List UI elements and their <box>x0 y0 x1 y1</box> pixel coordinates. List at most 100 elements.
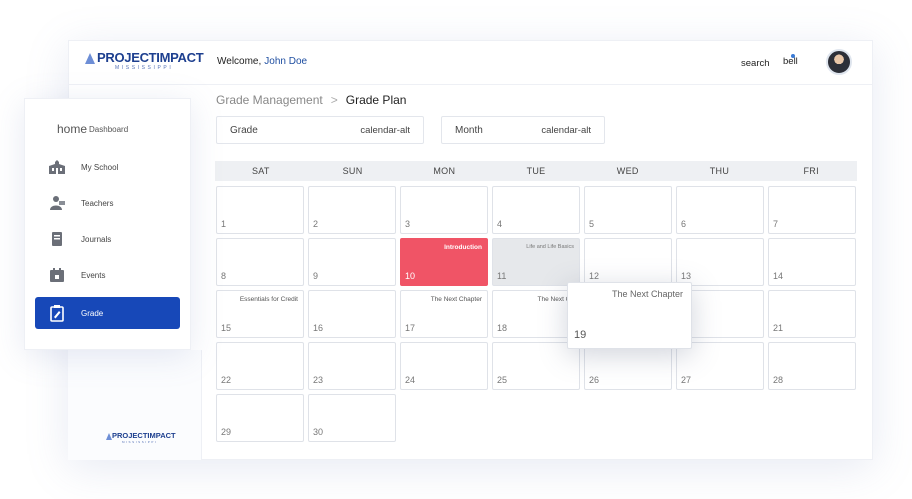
calendar-day-number: 21 <box>773 323 784 333</box>
calendar-day-number: 11 <box>497 271 507 281</box>
calendar-day-number: 7 <box>773 219 779 229</box>
sidebar-item-label: Journals <box>81 234 112 244</box>
bell-label: bell <box>783 56 798 67</box>
grade-select-label: Grade <box>230 124 258 136</box>
calendar-day-cell[interactable]: 1 <box>216 186 304 234</box>
grade-select[interactable]: Grade calendar-alt <box>216 116 424 144</box>
calendar-day-cell[interactable]: 16 <box>308 290 396 338</box>
calendar-day-cell[interactable]: 12 <box>584 238 672 286</box>
popup-day-number: 19 <box>574 329 587 341</box>
calendar-day-cell[interactable]: 30 <box>308 394 396 442</box>
calendar-day-number: 13 <box>681 271 692 281</box>
sidebar-item-label: Dashboard <box>89 124 129 134</box>
welcome-message: Welcome, John Doe <box>217 56 307 67</box>
calendar-day-cell[interactable]: Essentials for Credit 15 <box>216 290 304 338</box>
calendar-day-cell[interactable]: 22 <box>216 342 304 390</box>
month-select[interactable]: Month calendar-alt <box>441 116 605 144</box>
sidebar-item-label: My School <box>81 162 119 172</box>
top-bar: PROJECTIMPACT MISSISSIPPI Welcome, John D… <box>69 41 872 85</box>
footer-logo-subtext: MISSISSIPPI <box>122 440 158 444</box>
breadcrumb-parent[interactable]: Grade Management <box>216 93 323 107</box>
calendar-day-number: 24 <box>405 375 416 385</box>
calendar-alt-icon: calendar-alt <box>541 124 591 136</box>
calendar-day-cell[interactable]: 28 <box>768 342 856 390</box>
user-name[interactable]: John Doe <box>264 56 307 67</box>
calendar-day-cell[interactable]: 21 <box>768 290 856 338</box>
day-header-fri: FRI <box>803 166 819 176</box>
calendar-day-cell[interactable]: 14 <box>768 238 856 286</box>
brand-logo[interactable]: PROJECTIMPACT MISSISSIPPI <box>85 51 204 75</box>
calendar-day-number: 3 <box>405 219 411 229</box>
calendar-day-cell[interactable]: 6 <box>676 186 764 234</box>
calendar-day-cell[interactable]: The Next Chapter 17 <box>400 290 488 338</box>
welcome-label: Welcome, <box>217 56 262 67</box>
calendar-day-number: 15 <box>221 323 232 333</box>
calendar-day-number: 2 <box>313 219 319 229</box>
calendar-day-cell[interactable]: Life and Life Basics 11 <box>492 238 580 286</box>
calendar-day-number: 29 <box>221 427 232 437</box>
teachers-icon <box>45 195 69 211</box>
calendar-day-cell[interactable]: 5 <box>584 186 672 234</box>
breadcrumb-separator: > <box>330 93 338 107</box>
sidebar-item-label: Grade <box>81 308 104 318</box>
day-header-wed: WED <box>616 166 639 176</box>
calendar-day-number: 23 <box>313 375 324 385</box>
calendar-day-number: 18 <box>497 323 508 333</box>
calendar-day-cell[interactable]: 29 <box>216 394 304 442</box>
calendar-day-cell[interactable]: 23 <box>308 342 396 390</box>
calendar-day-cell[interactable]: 25 <box>492 342 580 390</box>
calendar-day-number: 1 <box>221 219 227 229</box>
calendar-day-number: 5 <box>589 219 595 229</box>
calendar-day-cell[interactable]: 24 <box>400 342 488 390</box>
calendar-day-number: 12 <box>589 271 600 281</box>
journal-icon <box>45 231 69 247</box>
day-header-thu: THU <box>709 166 730 176</box>
calendar-event-label[interactable]: The Next Chapter <box>431 296 482 303</box>
calendar-day-number: 17 <box>405 323 416 333</box>
day-header-tue: TUE <box>526 166 546 176</box>
calendar-day-cell[interactable]: 2 <box>308 186 396 234</box>
day-header-sat: SAT <box>251 166 270 176</box>
calendar-day-cell[interactable]: 7 <box>768 186 856 234</box>
calendar-day-cell[interactable]: 4 <box>492 186 580 234</box>
school-icon <box>45 159 69 175</box>
event-popup[interactable]: The Next Chapter 19 <box>567 282 692 349</box>
calendar-event-label[interactable]: Essentials for Credit <box>240 296 298 303</box>
calendar-day-cell[interactable]: 13 <box>676 238 764 286</box>
logo-subtext: MISSISSIPPI <box>115 65 174 71</box>
sidebar-item-teachers[interactable]: Teachers <box>35 187 180 219</box>
calendar-day-number: 9 <box>313 271 319 281</box>
calendar-day-cell[interactable]: 26 <box>584 342 672 390</box>
calendar-day-number: 8 <box>221 271 227 281</box>
calendar-day-number: 26 <box>589 375 600 385</box>
calendar-event-label[interactable]: Introduction <box>444 244 482 251</box>
calendar-day-number: 22 <box>221 375 232 385</box>
avatar[interactable] <box>826 49 852 75</box>
sidebar-footer-logo: PROJECTIMPACT MISSISSIPPI <box>106 432 176 448</box>
calendar-day-cell[interactable]: 8 <box>216 238 304 286</box>
calendar-day-cell[interactable]: 3 <box>400 186 488 234</box>
sidebar-item-journals[interactable]: Journals <box>35 223 180 255</box>
home-icon: home <box>57 122 88 136</box>
bell-icon[interactable]: bell <box>783 54 798 67</box>
month-select-label: Month <box>455 124 483 136</box>
calendar-day-number: 10 <box>405 271 416 281</box>
notification-dot <box>791 54 795 58</box>
calendar-day-cell[interactable]: Introduction 10 <box>400 238 488 286</box>
breadcrumb: Grade Management > Grade Plan <box>216 93 406 107</box>
search-icon[interactable]: search <box>741 58 770 69</box>
calendar-day-cell[interactable]: 9 <box>308 238 396 286</box>
footer-logo-triangle-icon <box>106 433 112 440</box>
calendar-event-label[interactable]: Life and Life Basics <box>526 244 574 250</box>
sidebar-item-my-school[interactable]: My School <box>35 151 180 183</box>
sidebar-item-events[interactable]: Events <box>35 259 180 291</box>
sidebar: home Dashboard My School Teachers Journa… <box>24 98 191 350</box>
page-title: Grade Plan <box>345 93 407 107</box>
sidebar-item-label: Events <box>81 270 106 280</box>
calendar-day-cell[interactable]: 27 <box>676 342 764 390</box>
sidebar-item-grade[interactable]: Grade <box>35 297 180 329</box>
sidebar-item-dashboard[interactable]: home Dashboard <box>57 113 202 145</box>
calendar-day-header: SAT SUN MON TUE WED THU FRI <box>215 161 857 181</box>
calendar-day-number: 16 <box>313 323 324 333</box>
events-icon <box>45 267 69 283</box>
